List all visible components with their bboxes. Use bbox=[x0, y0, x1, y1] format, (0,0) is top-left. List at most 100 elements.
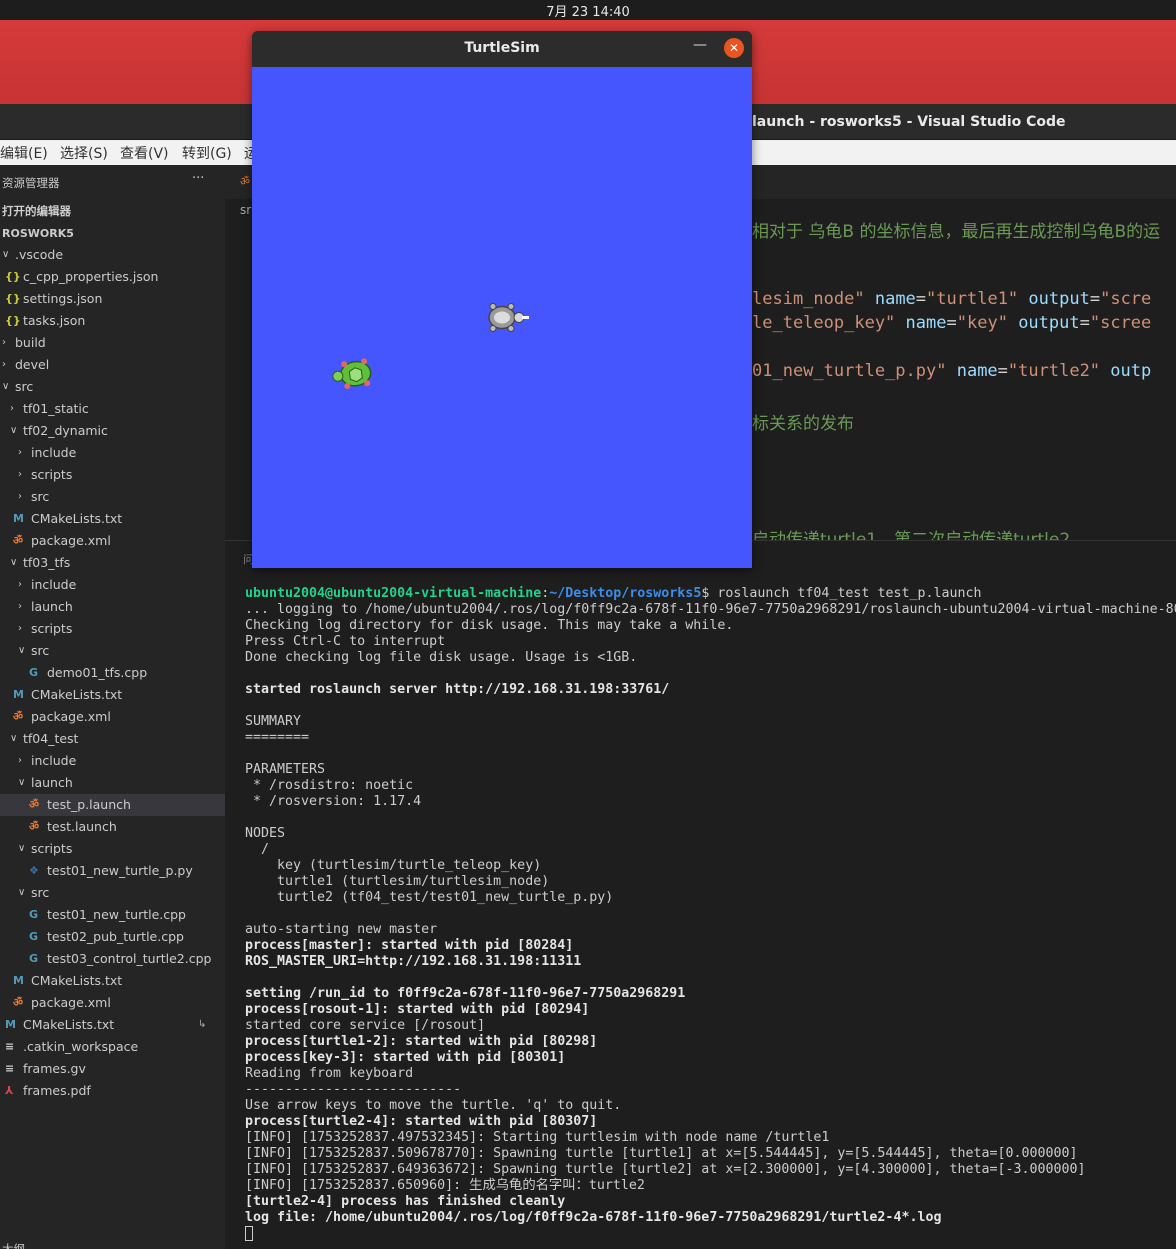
tree-item[interactable]: ॐ test_p.launch bbox=[0, 794, 225, 816]
tree-item[interactable]: ∨ tf04_test bbox=[0, 728, 225, 750]
tree-item[interactable]: › tf01_static bbox=[0, 398, 225, 420]
terminal-line: turtle1 (turtlesim/turtlesim_node) bbox=[245, 874, 550, 889]
chevron-right-icon[interactable]: › bbox=[18, 574, 22, 596]
terminal-line: ======== bbox=[245, 730, 310, 745]
chevron-right-icon[interactable]: › bbox=[18, 750, 22, 772]
tree-item[interactable]: ॐ test.launch bbox=[0, 816, 225, 838]
turtlesim-canvas[interactable] bbox=[252, 67, 752, 568]
top-bar: 7月 23 14:40 bbox=[0, 0, 1176, 20]
tree-item[interactable]: ॐ package.xml bbox=[0, 706, 225, 728]
tree-item-label: tasks.json bbox=[23, 313, 86, 328]
tree-item[interactable]: Gtest01_new_turtle.cpp bbox=[0, 904, 225, 926]
tree-item[interactable]: › include bbox=[0, 750, 225, 772]
terminal-line: [INFO] [1753252837.497532345]: Starting … bbox=[245, 1130, 830, 1145]
menu-edit[interactable]: 编辑(E) bbox=[0, 143, 48, 163]
tree-item[interactable]: ॐ package.xml bbox=[0, 530, 225, 552]
tree-item[interactable]: ∨ src bbox=[0, 376, 225, 398]
tree-item[interactable]: ∨ tf02_dynamic bbox=[0, 420, 225, 442]
more-actions-icon[interactable]: ··· bbox=[192, 171, 204, 186]
chevron-right-icon[interactable]: › bbox=[2, 354, 6, 376]
file-type-icon: {} bbox=[5, 314, 21, 327]
workspace-section[interactable]: ROSWORK5 bbox=[2, 227, 74, 240]
tree-item[interactable]: {} settings.json bbox=[0, 288, 225, 310]
menu-view[interactable]: 查看(V) bbox=[120, 143, 169, 163]
chevron-down-icon[interactable]: ∨ bbox=[18, 838, 25, 860]
chevron-down-icon[interactable]: ∨ bbox=[10, 552, 17, 574]
tree-item[interactable]: ⅄ frames.pdf bbox=[0, 1080, 225, 1102]
outline-section[interactable]: 大纲 bbox=[2, 1241, 25, 1249]
tree-item[interactable]: › include bbox=[0, 442, 225, 464]
tree-item[interactable]: › launch bbox=[0, 596, 225, 618]
tree-item[interactable]: › devel bbox=[0, 354, 225, 376]
tree-item[interactable]: ≡ frames.gv bbox=[0, 1058, 225, 1080]
terminal-prompt-line: ubuntu2004@ubuntu2004-virtual-machine:~/… bbox=[245, 586, 982, 601]
chevron-down-icon[interactable]: ∨ bbox=[18, 882, 25, 904]
chevron-down-icon[interactable]: ∨ bbox=[18, 772, 25, 794]
tree-item[interactable]: ❖ test01_new_turtle_p.py bbox=[0, 860, 225, 882]
tree-item[interactable]: › scripts bbox=[0, 464, 225, 486]
prompt-command: $ roslaunch tf04_test test_p.launch bbox=[701, 586, 982, 601]
code-token: name bbox=[905, 313, 947, 333]
tree-item[interactable]: M CMakeLists.txt bbox=[0, 508, 225, 530]
terminal-panel[interactable]: 问 ubuntu2004@ubuntu2004-virtual-machine:… bbox=[225, 540, 1176, 1249]
minimize-icon[interactable]: — bbox=[693, 37, 707, 53]
chevron-down-icon[interactable]: ∨ bbox=[2, 376, 9, 398]
menu-go[interactable]: 转到(G) bbox=[182, 143, 232, 163]
chevron-right-icon[interactable]: › bbox=[18, 596, 22, 618]
tree-item[interactable]: ∨ src bbox=[0, 640, 225, 662]
code-token: le_teleop_key" bbox=[752, 313, 896, 333]
tree-item[interactable]: › src bbox=[0, 486, 225, 508]
tree-item[interactable]: › include bbox=[0, 574, 225, 596]
tree-item[interactable]: M CMakeLists.txt ↳ bbox=[0, 1014, 225, 1036]
tree-item-label: .catkin_workspace bbox=[23, 1039, 139, 1054]
chevron-right-icon[interactable]: › bbox=[18, 486, 22, 508]
tree-item[interactable]: ∨ launch bbox=[0, 772, 225, 794]
chevron-down-icon[interactable]: ∨ bbox=[18, 640, 25, 662]
tree-item-label: settings.json bbox=[23, 291, 103, 306]
tree-item[interactable]: ∨ .vscode bbox=[0, 244, 225, 266]
chevron-right-icon[interactable]: › bbox=[10, 398, 14, 420]
prompt-path: ~/Desktop/rosworks5 bbox=[549, 586, 702, 601]
chevron-down-icon[interactable]: ∨ bbox=[2, 244, 9, 266]
tree-item[interactable]: ∨ src bbox=[0, 882, 225, 904]
file-type-icon: G bbox=[29, 952, 39, 965]
clock[interactable]: 7月 23 14:40 bbox=[0, 1, 1176, 20]
chevron-right-icon[interactable]: › bbox=[18, 618, 22, 640]
tree-item-label: test.launch bbox=[47, 819, 117, 834]
turtlesim-titlebar[interactable]: TurtleSim — ✕ bbox=[252, 31, 752, 67]
terminal-line: Reading from keyboard bbox=[245, 1066, 414, 1081]
tree-item[interactable]: {} c_cpp_properties.json bbox=[0, 266, 225, 288]
tree-item[interactable]: ∨ scripts bbox=[0, 838, 225, 860]
file-type-icon: ⅄ bbox=[5, 1084, 14, 1097]
code-token: 01_new_turtle_p.py" bbox=[752, 361, 947, 381]
chevron-down-icon[interactable]: ∨ bbox=[10, 420, 17, 442]
tree-item[interactable]: Gdemo01_tfs.cpp bbox=[0, 662, 225, 684]
turtlesim-window[interactable]: TurtleSim — ✕ bbox=[252, 31, 752, 568]
chevron-right-icon[interactable]: › bbox=[18, 464, 22, 486]
terminal-line: ROS_MASTER_URI=http://192.168.31.198:113… bbox=[245, 954, 582, 969]
tree-item[interactable]: ≡ .catkin_workspace bbox=[0, 1036, 225, 1058]
close-icon[interactable]: ✕ bbox=[724, 38, 744, 58]
tree-item-label: CMakeLists.txt bbox=[23, 1017, 115, 1032]
file-type-icon: ॐ bbox=[29, 820, 40, 833]
terminal-line: * /rosdistro: noetic bbox=[245, 778, 414, 793]
tree-item[interactable]: {} tasks.json bbox=[0, 310, 225, 332]
tree-item[interactable]: Gtest03_control_turtle2.cpp bbox=[0, 948, 225, 970]
tree-item[interactable]: Gtest02_pub_turtle.cpp bbox=[0, 926, 225, 948]
terminal-line: process[master]: started with pid [80284… bbox=[245, 938, 574, 953]
tree-item[interactable]: ॐ package.xml bbox=[0, 992, 225, 1014]
tree-item[interactable]: › build bbox=[0, 332, 225, 354]
chevron-down-icon[interactable]: ∨ bbox=[10, 728, 17, 750]
breadcrumb-src[interactable]: sr bbox=[240, 203, 251, 217]
chevron-right-icon[interactable]: › bbox=[2, 332, 6, 354]
terminal-output: ubuntu2004@ubuntu2004-virtual-machine:~/… bbox=[245, 586, 1176, 1242]
chevron-right-icon[interactable]: › bbox=[18, 442, 22, 464]
tree-item[interactable]: ∨ tf03_tfs bbox=[0, 552, 225, 574]
open-editors-section[interactable]: 打开的编辑器 bbox=[2, 203, 71, 219]
tree-item[interactable]: › scripts bbox=[0, 618, 225, 640]
menu-selection[interactable]: 选择(S) bbox=[60, 143, 108, 163]
tree-item[interactable]: M CMakeLists.txt bbox=[0, 970, 225, 992]
tree-item[interactable]: M CMakeLists.txt bbox=[0, 684, 225, 706]
